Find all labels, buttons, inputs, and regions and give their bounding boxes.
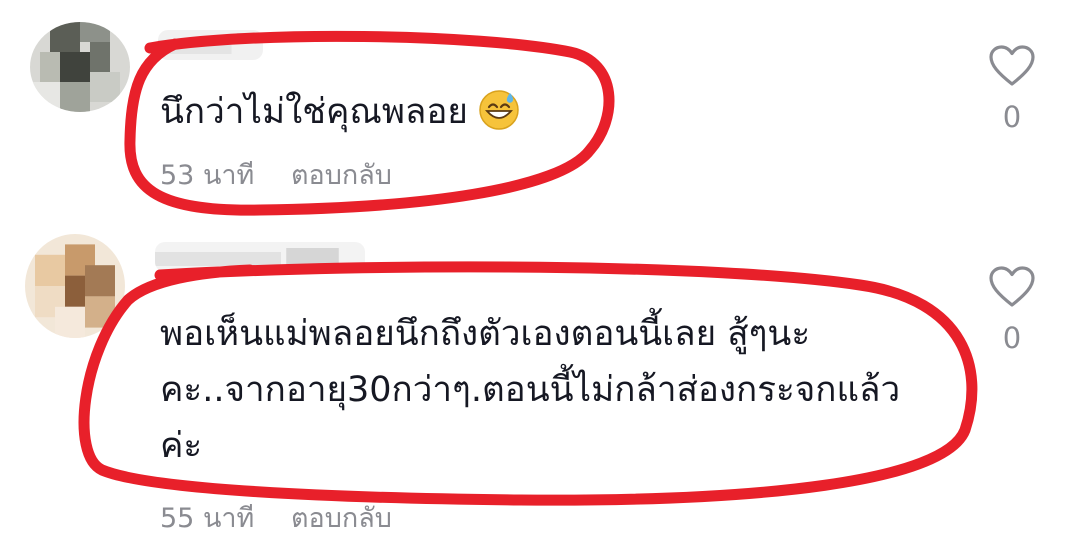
like-control[interactable]: 0 [982,265,1042,355]
comment-time: 55 นาที [160,503,255,534]
avatar[interactable] [30,22,130,112]
comment-item: พอเห็นแม่พลอยนึกถึงตัวเองตอนนี้เลย สู้ๆน… [0,230,1080,545]
heart-icon[interactable] [988,265,1036,309]
comment-text-line: พอเห็นแม่พลอยนึกถึงตัวเองตอนนี้เลย สู้ๆน… [160,314,811,354]
heart-icon[interactable] [988,44,1036,88]
comment-text-line: คะ..จากอายุ30กว่าๆ.ตอนนี้ไม่กล้าส่องกระจ… [160,370,901,410]
comment-text: นึกว่าไม่ใช่คุณพลอย [160,84,520,140]
username-blurred[interactable] [158,30,263,60]
like-control[interactable]: 0 [982,44,1042,134]
comment-item: นึกว่าไม่ใช่คุณพลอย 53 นาที ตอบกลับ 0 [0,0,1080,230]
sweat-smile-emoji [478,89,520,131]
comment-meta: 53 นาที ตอบกลับ [160,153,392,196]
like-count: 0 [1002,321,1022,355]
comment-meta: 55 นาที ตอบกลับ [160,496,392,539]
avatar[interactable] [25,234,125,338]
username-blurred[interactable] [155,242,365,272]
reply-button[interactable]: ตอบกลับ [291,153,392,196]
comment-time: 53 นาที [160,160,255,191]
comment-text: พอเห็นแม่พลอยนึกถึงตัวเองตอนนี้เลย สู้ๆน… [160,306,900,474]
like-count: 0 [1002,100,1022,134]
reply-button[interactable]: ตอบกลับ [291,496,392,539]
comment-text-line: ค่ะ [160,426,203,466]
